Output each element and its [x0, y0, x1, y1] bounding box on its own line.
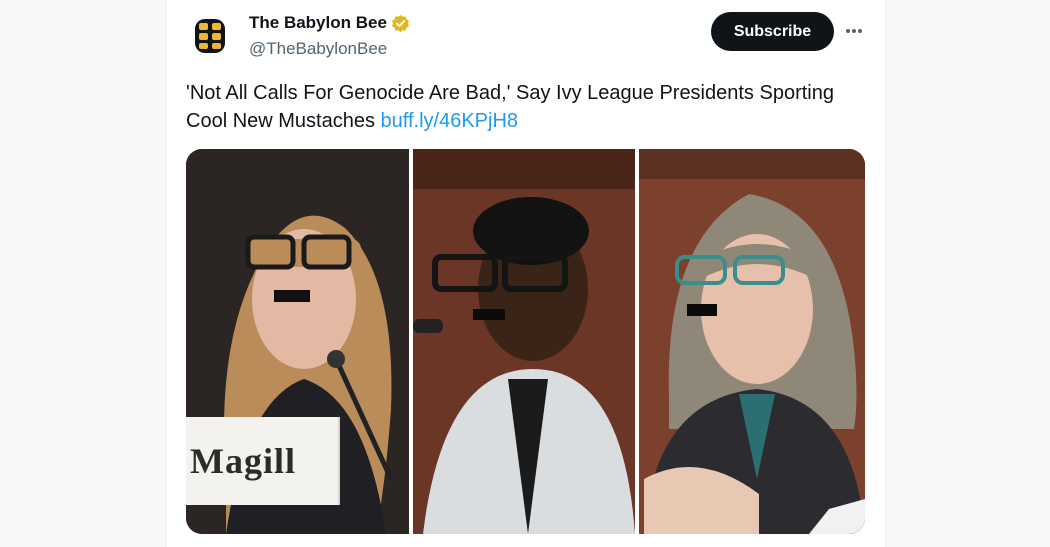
tweet-link[interactable]: buff.ly/46KPjH8: [381, 110, 519, 132]
photo-panel-right[interactable]: [639, 149, 865, 534]
photo-panel-left[interactable]: Magill: [186, 149, 409, 534]
nameplate: Magill: [186, 417, 340, 505]
account-name-row[interactable]: The Babylon Bee: [249, 13, 410, 33]
subscribe-button[interactable]: Subscribe: [711, 12, 834, 51]
account-handle[interactable]: @TheBabylonBee: [249, 39, 387, 59]
verified-badge-icon: [391, 14, 410, 33]
more-options-icon[interactable]: [843, 20, 865, 42]
bee-logo-icon: [186, 12, 234, 60]
avatar[interactable]: [186, 12, 234, 60]
display-name[interactable]: The Babylon Bee: [249, 13, 387, 33]
person-photo: [413, 149, 635, 534]
photo-panel-middle[interactable]: [413, 149, 635, 534]
tweet-media[interactable]: Magill: [186, 149, 865, 534]
tweet-text: 'Not All Calls For Genocide Are Bad,' Sa…: [186, 79, 876, 135]
person-photo: [639, 149, 865, 534]
